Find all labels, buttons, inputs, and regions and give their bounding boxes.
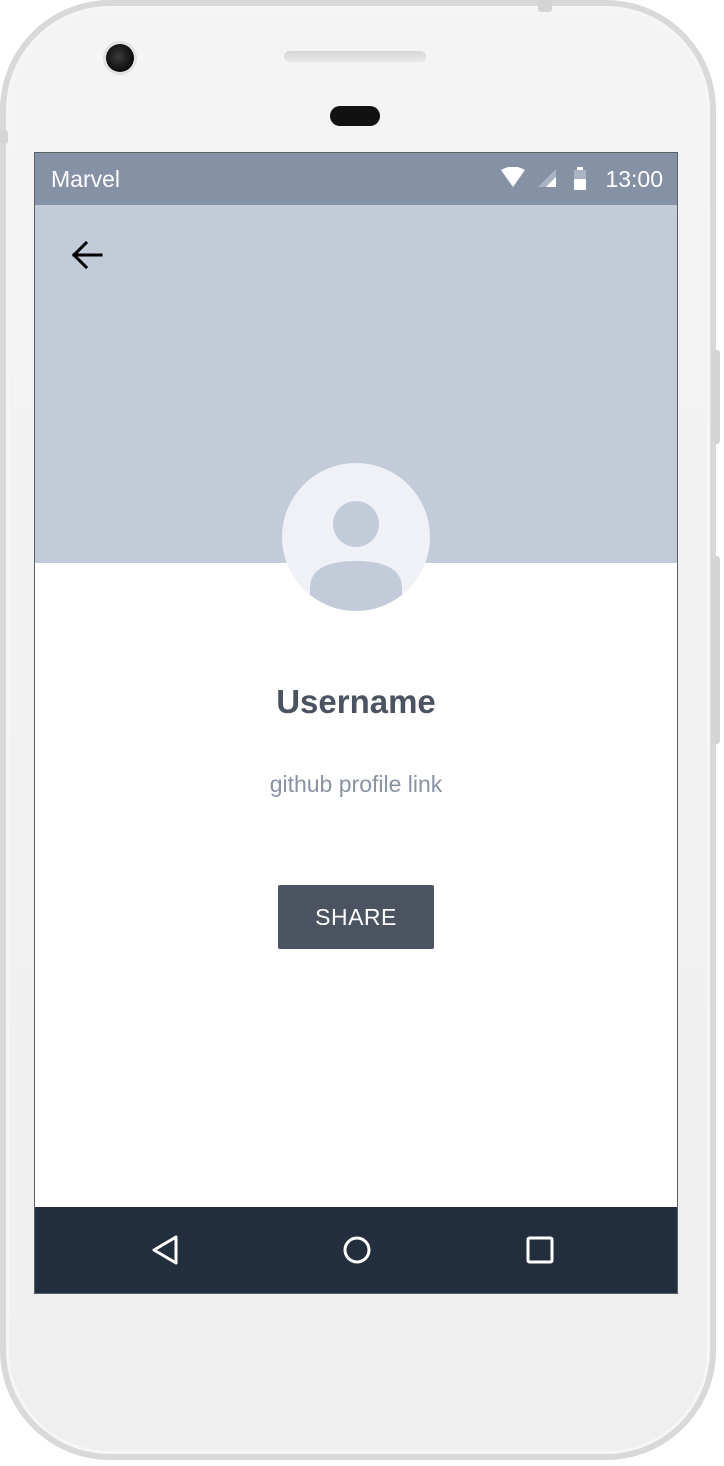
nav-home-button[interactable] <box>332 1225 382 1275</box>
phone-frame: Marvel 13:00 Username github profile lin… <box>0 0 720 1460</box>
home-circle-icon <box>343 1236 371 1264</box>
recents-square-icon <box>526 1236 554 1264</box>
github-profile-link[interactable]: github profile link <box>35 771 677 798</box>
earpiece-sensor <box>330 106 380 126</box>
front-camera-icon <box>106 44 134 72</box>
left-edge-mark <box>0 130 8 144</box>
system-nav-bar <box>35 1207 677 1293</box>
back-button[interactable] <box>57 231 117 279</box>
signal-icon <box>536 167 556 194</box>
nav-back-button[interactable] <box>140 1225 190 1275</box>
power-button <box>712 350 720 444</box>
user-avatar-icon <box>282 463 430 611</box>
status-bar: Marvel 13:00 <box>35 153 677 205</box>
status-app-name: Marvel <box>51 166 121 192</box>
top-notch-mark <box>538 0 552 12</box>
back-triangle-icon <box>152 1235 178 1265</box>
battery-icon <box>573 167 587 196</box>
nav-recents-button[interactable] <box>515 1225 565 1275</box>
app-screen: Marvel 13:00 Username github profile lin… <box>34 152 678 1294</box>
volume-button <box>712 556 720 744</box>
share-button[interactable]: SHARE <box>278 885 434 949</box>
status-time: 13:00 <box>605 166 663 192</box>
speaker-grill <box>284 51 426 62</box>
arrow-left-icon <box>71 240 103 270</box>
username-label: Username <box>276 683 436 720</box>
wifi-icon <box>501 166 525 194</box>
